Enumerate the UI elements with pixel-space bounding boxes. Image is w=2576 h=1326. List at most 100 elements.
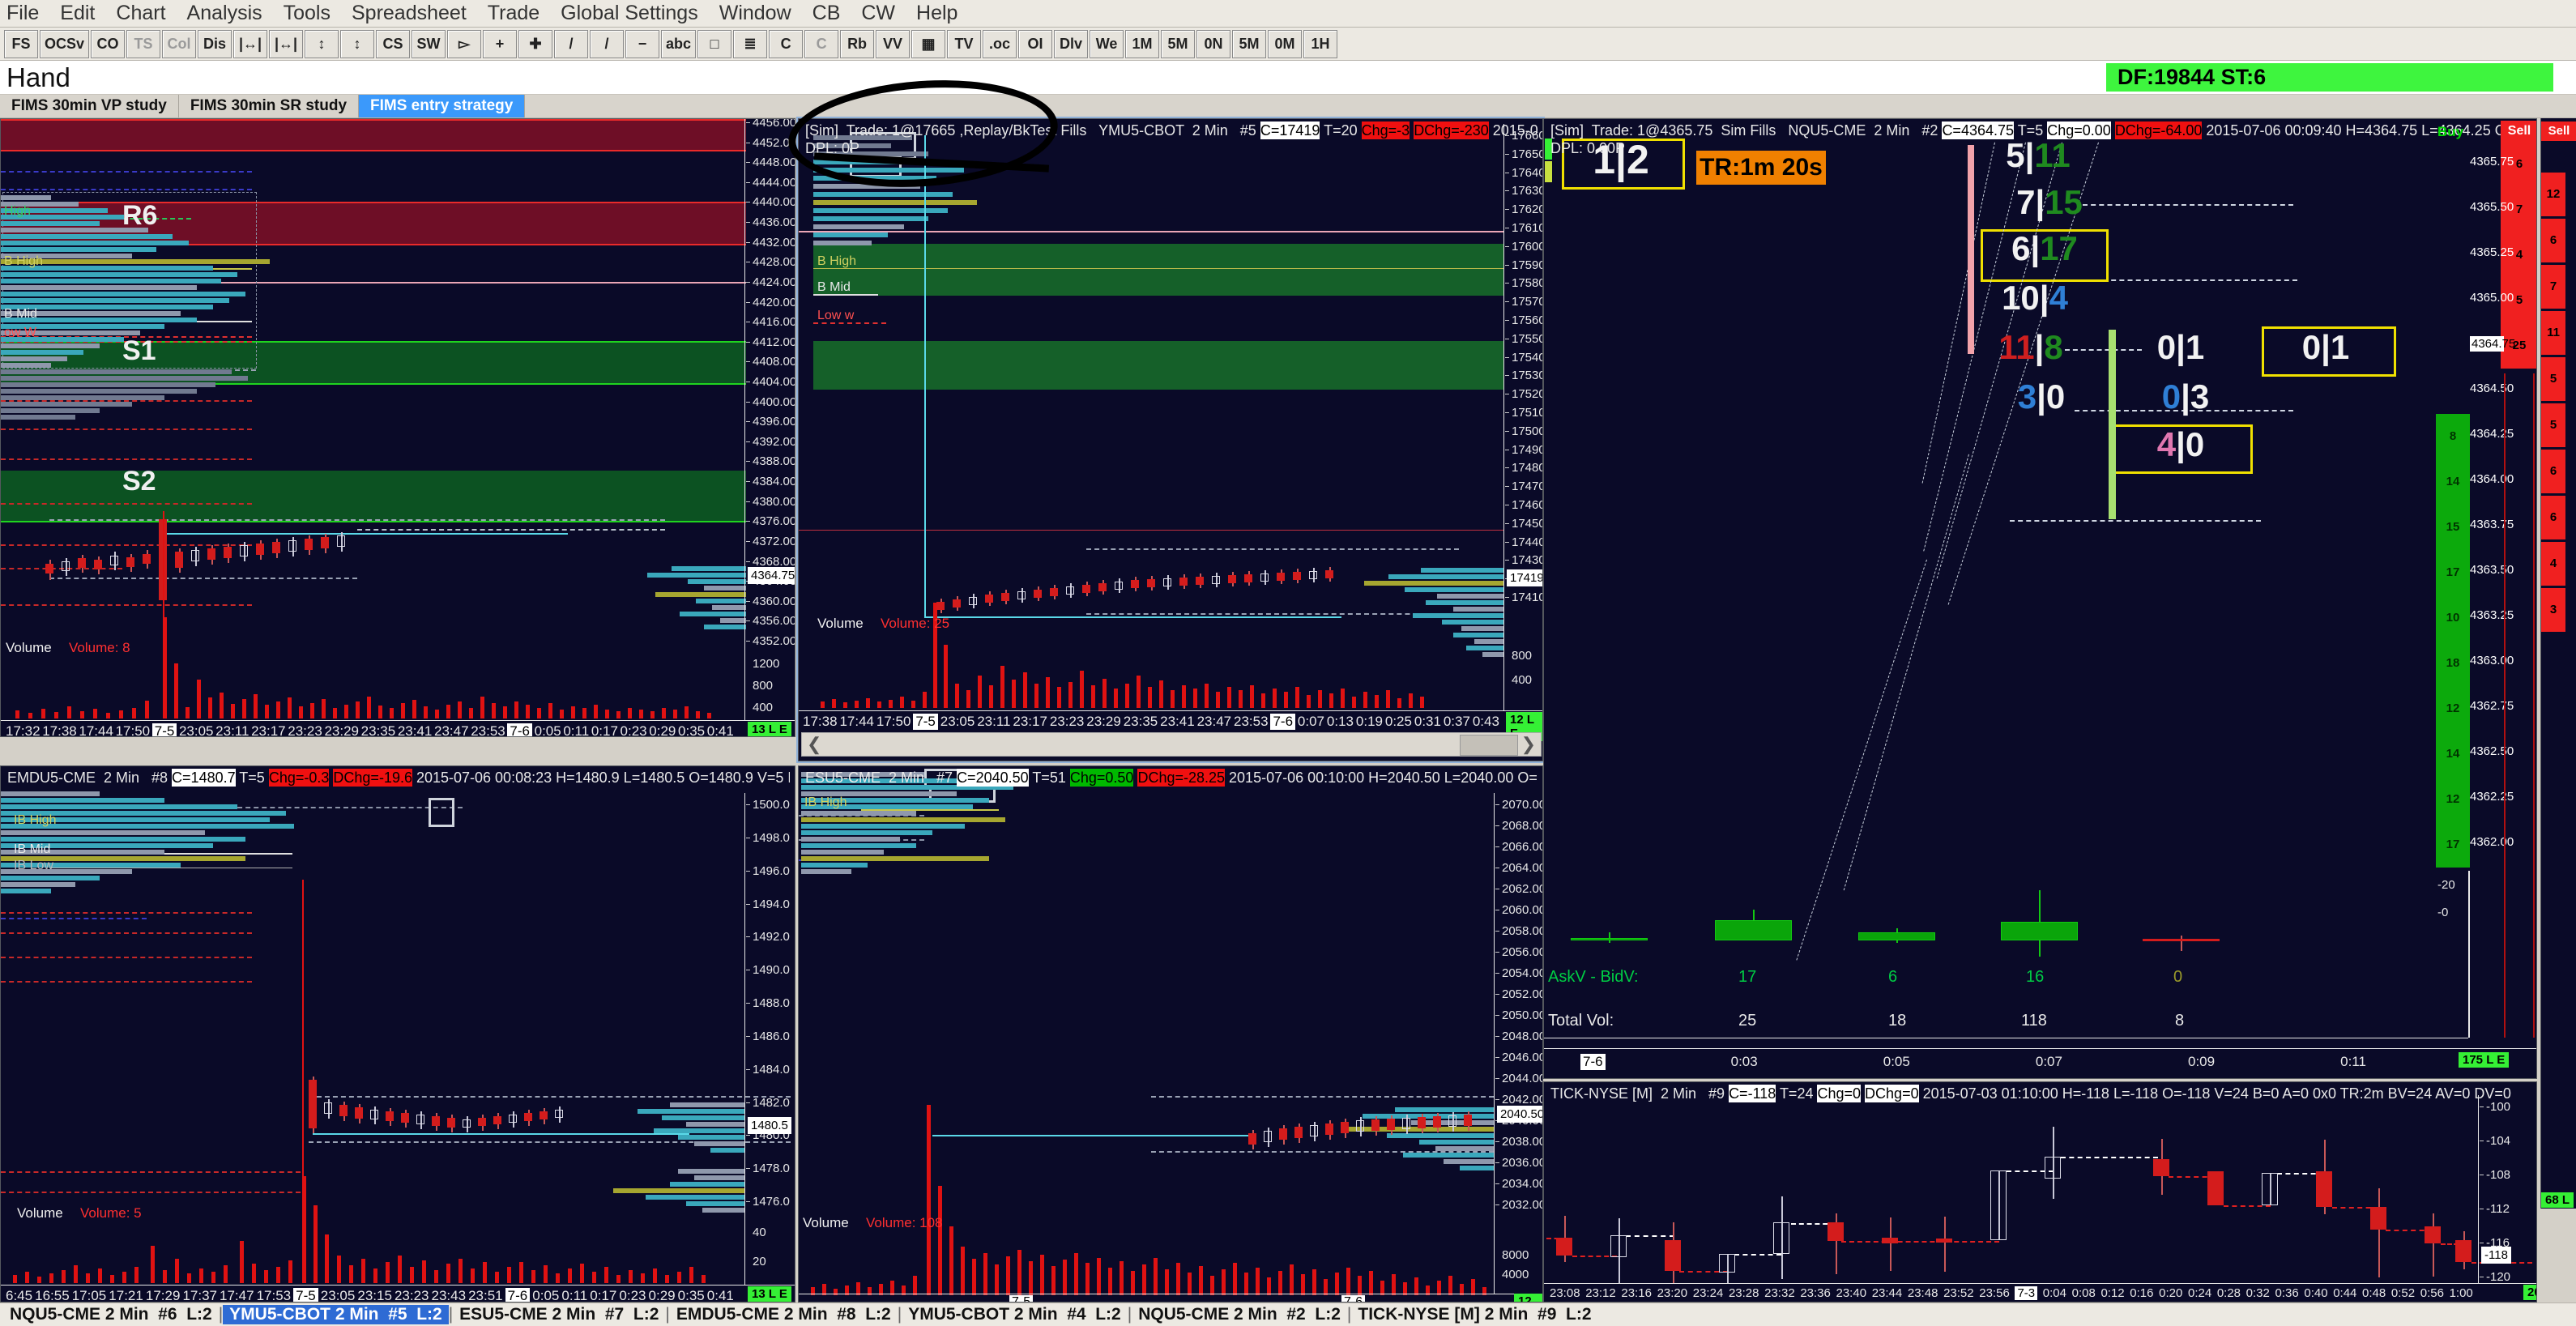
toolbar-button-36[interactable]: 1H — [1303, 30, 1337, 58]
toolbar-button-26[interactable]: TV — [947, 30, 981, 58]
menu-item-chart[interactable]: Chart — [116, 2, 165, 25]
status-item-2[interactable]: ESU5-CME 2 Min #7 L:2 — [453, 1305, 665, 1324]
menu-item-edit[interactable]: Edit — [60, 2, 95, 25]
dom-bid-cell[interactable]: 12 — [2436, 686, 2470, 731]
strip-ask-cell[interactable]: 5 — [2541, 357, 2565, 401]
strip-ask-cell[interactable]: 11 — [2541, 311, 2565, 355]
toolbar-button-12[interactable]: ▻ — [447, 30, 481, 58]
dom-price-cell[interactable]: 4362.25 — [2470, 790, 2501, 804]
dom-price-cell[interactable]: 4362.50 — [2470, 744, 2501, 758]
dom-price-cell[interactable]: 4365.25 — [2470, 245, 2501, 259]
toolbar-button-7[interactable]: |↔| — [269, 30, 303, 58]
strip-ask-cell[interactable]: 5 — [2541, 403, 2565, 447]
toolbar-button-29[interactable]: Dlv — [1054, 30, 1088, 58]
dom-price-cell[interactable]: 4363.25 — [2470, 608, 2501, 622]
toolbar-button-35[interactable]: 0M — [1268, 30, 1302, 58]
dom-price-cell[interactable]: 4362.75 — [2470, 699, 2501, 713]
menu-item-help[interactable]: Help — [916, 2, 957, 25]
toolbar-button-5[interactable]: Dis — [198, 30, 232, 58]
toolbar-button-15[interactable]: / — [554, 30, 588, 58]
toolbar-button-2[interactable]: CO — [91, 30, 125, 58]
price-tick-mark — [746, 1201, 750, 1202]
toolbar-button-9[interactable]: ↕ — [340, 30, 374, 58]
toolbar-button-11[interactable]: SW — [412, 30, 446, 58]
toolbar-button-19[interactable]: □ — [697, 30, 731, 58]
toolbar-button-6[interactable]: |↔| — [233, 30, 267, 58]
dom-price-cell[interactable]: 4364.25 — [2470, 427, 2501, 441]
toolbar-button-4[interactable]: Col — [162, 30, 196, 58]
dom-price-cell[interactable]: 4365.50 — [2470, 200, 2501, 214]
menu-item-cw[interactable]: CW — [861, 2, 895, 25]
dom-price-cell[interactable]: 4363.75 — [2470, 518, 2501, 531]
strip-ask-cell[interactable]: 6 — [2541, 496, 2565, 539]
toolbar-button-3[interactable]: TS — [126, 30, 160, 58]
scroll-right-icon[interactable]: ❯ — [1521, 734, 1536, 755]
dom-bid-cell[interactable]: 8 — [2436, 414, 2470, 459]
dom-price-cell[interactable]: 4364.50 — [2470, 382, 2501, 395]
status-item-4[interactable]: YMU5-CBOT 2 Min #4 L:2 — [902, 1305, 1128, 1324]
horizontal-scrollbar[interactable]: ❮❯ — [801, 732, 1542, 757]
dom-price-cell[interactable]: 4363.00 — [2470, 654, 2501, 667]
toolbar-button-20[interactable]: ≣ — [733, 30, 767, 58]
toolbar-button-27[interactable]: .oc — [983, 30, 1017, 58]
dom-bid-cell[interactable]: 15 — [2436, 505, 2470, 550]
toolbar-button-23[interactable]: Rb — [840, 30, 874, 58]
dom-price-cell[interactable]: 4364.75 — [2470, 336, 2504, 352]
menu-item-spreadsheet[interactable]: Spreadsheet — [352, 2, 467, 25]
toolbar-button-31[interactable]: 1M — [1125, 30, 1159, 58]
toolbar-button-34[interactable]: 5M — [1232, 30, 1266, 58]
toolbar-button-0[interactable]: FS — [4, 30, 38, 58]
status-item-3[interactable]: EMDU5-CME 2 Min #8 L:2 — [670, 1305, 898, 1324]
status-item-5[interactable]: NQU5-CME 2 Min #2 L:2 — [1132, 1305, 1347, 1324]
dom-price-cell[interactable]: 4365.75 — [2470, 155, 2501, 168]
toolbar-button-10[interactable]: CS — [376, 30, 410, 58]
tab-2[interactable]: FIMS entry strategy — [359, 95, 525, 117]
scroll-left-icon[interactable]: ❮ — [807, 734, 821, 755]
tab-0[interactable]: FIMS 30min VP study — [0, 95, 179, 117]
strip-ask-cell[interactable]: 6 — [2541, 450, 2565, 493]
dom-bid-cell[interactable]: 14 — [2436, 459, 2470, 505]
dom-bid-cell[interactable]: 18 — [2436, 641, 2470, 686]
strip-ask-cell[interactable]: 7 — [2541, 265, 2565, 309]
dom-price-cell[interactable]: 4362.00 — [2470, 835, 2501, 849]
menu-item-window[interactable]: Window — [719, 2, 791, 25]
menu-item-cb[interactable]: CB — [812, 2, 841, 25]
tab-1[interactable]: FIMS 30min SR study — [179, 95, 359, 117]
toolbar-button-21[interactable]: C — [769, 30, 803, 58]
dom-bid-cell[interactable]: 17 — [2436, 550, 2470, 595]
status-item-1[interactable]: YMU5-CBOT 2 Min #5 L:2 — [223, 1305, 449, 1324]
toolbar-button-17[interactable]: − — [625, 30, 659, 58]
dom-bid-cell[interactable]: 12 — [2436, 777, 2470, 822]
toolbar-button-22[interactable]: C — [804, 30, 838, 58]
toolbar-button-25[interactable]: ▦ — [911, 30, 945, 58]
status-item-0[interactable]: NQU5-CME 2 Min #6 L:2 — [3, 1305, 219, 1324]
toolbar-button-32[interactable]: 5M — [1161, 30, 1195, 58]
dom-price-cell[interactable]: 4363.50 — [2470, 563, 2501, 577]
strip-ask-cell[interactable]: 3 — [2541, 588, 2565, 632]
toolbar-button-18[interactable]: abc — [661, 30, 696, 58]
toolbar-button-24[interactable]: VV — [876, 30, 910, 58]
dom-price-cell[interactable]: 4364.00 — [2470, 472, 2501, 486]
toolbar-button-28[interactable]: OI — [1018, 30, 1052, 58]
dom-bid-cell[interactable]: 14 — [2436, 731, 2470, 777]
scrollbar-thumb[interactable] — [1460, 735, 1518, 756]
menu-item-global-settings[interactable]: Global Settings — [561, 2, 698, 25]
toolbar-button-14[interactable]: ✚ — [518, 30, 552, 58]
dom-bid-cell[interactable]: 17 — [2436, 822, 2470, 868]
status-item-6[interactable]: TICK-NYSE [M] 2 Min #9 L:2 — [1351, 1305, 1597, 1324]
dom-bid-cell[interactable]: 10 — [2436, 595, 2470, 641]
menu-item-file[interactable]: File — [6, 2, 39, 25]
menu-item-tools[interactable]: Tools — [284, 2, 331, 25]
menu-item-analysis[interactable]: Analysis — [187, 2, 262, 25]
toolbar-button-16[interactable]: / — [590, 30, 624, 58]
toolbar-button-13[interactable]: + — [483, 30, 517, 58]
dom-price-cell[interactable]: 4365.00 — [2470, 291, 2501, 305]
toolbar-button-30[interactable]: We — [1090, 30, 1124, 58]
strip-ask-cell[interactable]: 12 — [2541, 173, 2565, 216]
strip-ask-cell[interactable]: 4 — [2541, 542, 2565, 586]
toolbar-button-1[interactable]: OCSv — [40, 30, 89, 58]
strip-ask-cell[interactable]: 6 — [2541, 219, 2565, 262]
menu-item-trade[interactable]: Trade — [488, 2, 540, 25]
toolbar-button-33[interactable]: 0N — [1196, 30, 1230, 58]
toolbar-button-8[interactable]: ↕ — [305, 30, 339, 58]
